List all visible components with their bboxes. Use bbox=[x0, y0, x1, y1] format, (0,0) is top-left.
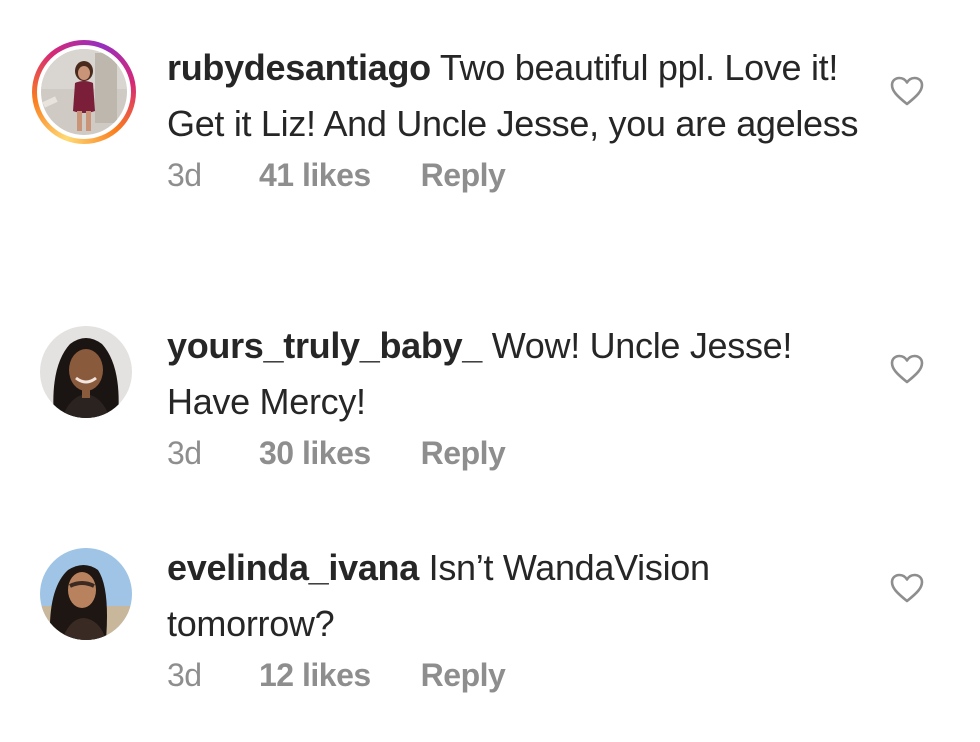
avatar[interactable] bbox=[32, 40, 136, 144]
comment-username[interactable]: evelinda_ivana bbox=[167, 547, 419, 588]
comment-likes[interactable]: 30 likes bbox=[259, 433, 371, 473]
comment-body: evelinda_ivana Isn’t WandaVision tomorro… bbox=[167, 540, 867, 695]
comment-body: rubydesantiago Two beautiful ppl. Love i… bbox=[167, 40, 867, 195]
avatar[interactable] bbox=[40, 326, 132, 418]
reply-button[interactable]: Reply bbox=[421, 155, 506, 195]
comment-username[interactable]: yours_truly_baby_ bbox=[167, 325, 482, 366]
comments-list: rubydesantiago Two beautiful ppl. Love i… bbox=[0, 0, 980, 742]
heart-outline-icon[interactable] bbox=[890, 573, 924, 603]
comment-body: yours_truly_baby_ Wow! Uncle Jesse! Have… bbox=[167, 318, 867, 473]
avatar[interactable] bbox=[40, 548, 132, 640]
comment-likes[interactable]: 41 likes bbox=[259, 155, 371, 195]
heart-outline-icon[interactable] bbox=[890, 354, 924, 384]
avatar-image bbox=[41, 49, 127, 135]
comment-age: 3d bbox=[167, 435, 202, 471]
comment-age: 3d bbox=[167, 657, 202, 693]
comment-meta: 3d 41 likes Reply bbox=[167, 155, 867, 195]
comment-meta: 3d 12 likes Reply bbox=[167, 655, 867, 695]
comment-text-block: yours_truly_baby_ Wow! Uncle Jesse! Have… bbox=[167, 318, 867, 430]
comment-text-block: rubydesantiago Two beautiful ppl. Love i… bbox=[167, 40, 867, 152]
comment-username[interactable]: rubydesantiago bbox=[167, 47, 431, 88]
comment-meta: 3d 30 likes Reply bbox=[167, 433, 867, 473]
reply-button[interactable]: Reply bbox=[421, 433, 506, 473]
comment-text-block: evelinda_ivana Isn’t WandaVision tomorro… bbox=[167, 540, 867, 652]
reply-button[interactable]: Reply bbox=[421, 655, 506, 695]
heart-outline-icon[interactable] bbox=[890, 76, 924, 106]
comment-likes[interactable]: 12 likes bbox=[259, 655, 371, 695]
comment-age: 3d bbox=[167, 157, 202, 193]
